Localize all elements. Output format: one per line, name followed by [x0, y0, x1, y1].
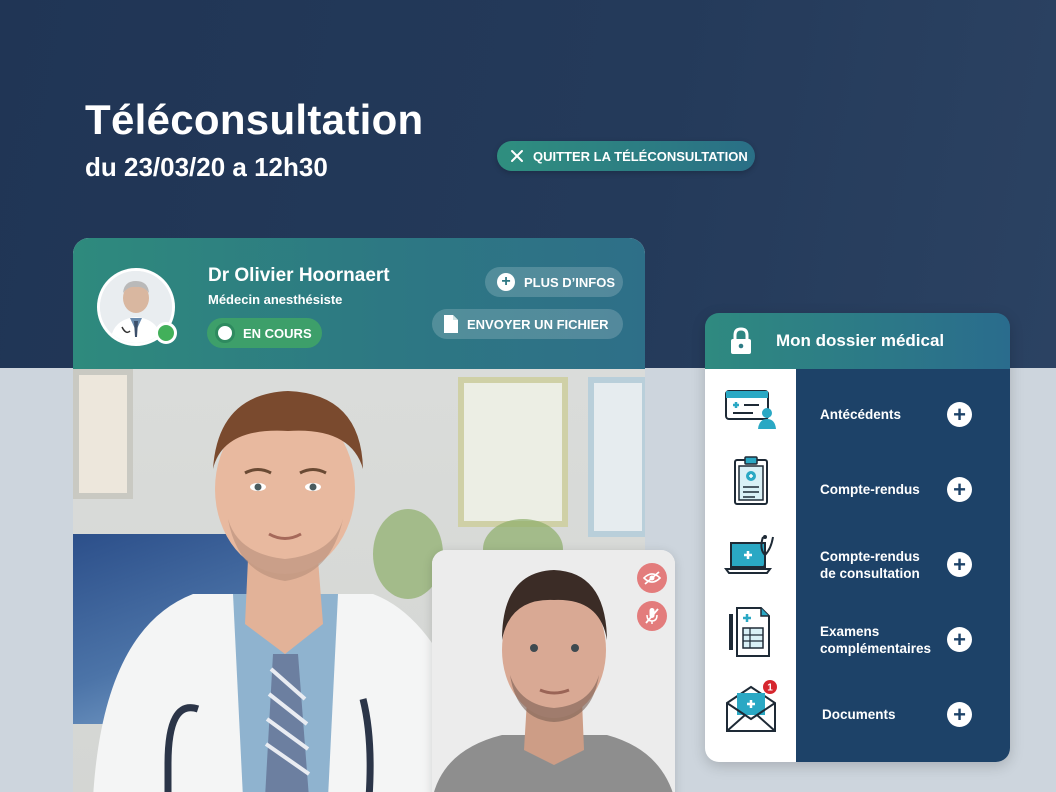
send-file-label: ENVOYER UN FICHIER [467, 316, 609, 332]
send-file-button[interactable]: ENVOYER UN FICHIER [432, 309, 623, 339]
record-item-consultation-reports[interactable]: Compte-rendus de consultation + [796, 527, 1010, 602]
record-item-compte-rendus[interactable]: Compte-rendus + [796, 452, 1010, 527]
call-status-label: EN COURS [243, 325, 312, 341]
record-item-label: Antécédents [820, 407, 902, 422]
doctor-role: Médecin anesthésiste [208, 292, 343, 307]
online-status-dot [155, 322, 177, 344]
record-item-antecedents[interactable]: Antécédents + [796, 377, 1010, 452]
record-sections-list: Antécédents + Compte-rendus + Compte-ren… [796, 369, 1010, 762]
self-video-preview [432, 550, 675, 792]
record-item-label: Compte-rendus de consultation [820, 548, 920, 581]
close-icon [511, 150, 523, 162]
clipboard-icon [734, 456, 768, 505]
medical-card-icon [725, 390, 776, 429]
doctor-name: Dr Olivier Hoornaert [208, 265, 390, 286]
toggle-knob [215, 323, 235, 343]
expand-plus-icon[interactable]: + [947, 477, 972, 502]
record-item-label: Examens complémentaires [820, 623, 932, 656]
documents-badge: 1 [767, 683, 773, 694]
quit-label: QUITTER LA TÉLÉCONSULTATION [533, 148, 748, 164]
expand-plus-icon[interactable]: + [947, 702, 972, 727]
laptop-stethoscope-icon [724, 535, 774, 574]
plus-icon: + [497, 273, 515, 291]
record-item-label: Documents [822, 707, 896, 722]
record-item-exams[interactable]: Examens complémentaires + [796, 602, 1010, 677]
medical-record-panel: Mon dossier médical 1 Antécédents + Comp… [705, 313, 1010, 762]
expand-plus-icon[interactable]: + [947, 627, 972, 652]
camera-off-button[interactable] [637, 563, 667, 593]
call-status-toggle[interactable]: EN COURS [207, 318, 322, 348]
record-icons-column: 1 [705, 369, 796, 762]
eye-off-icon [643, 571, 661, 585]
medical-record-header: Mon dossier médical [705, 313, 1010, 369]
more-info-label: PLUS D’INFOS [524, 274, 616, 290]
quit-teleconsultation-button[interactable]: QUITTER LA TÉLÉCONSULTATION [497, 141, 755, 171]
medical-record-title: Mon dossier médical [776, 331, 945, 350]
envelope-icon: 1 [726, 680, 777, 732]
file-icon [444, 315, 458, 333]
doctor-header: Dr Olivier Hoornaert Médecin anesthésist… [73, 238, 645, 369]
mic-off-icon [645, 608, 659, 624]
lab-report-icon [729, 607, 770, 657]
record-item-documents[interactable]: Documents + [796, 677, 1010, 752]
expand-plus-icon[interactable]: + [947, 402, 972, 427]
mute-microphone-button[interactable] [637, 601, 667, 631]
lock-icon [731, 327, 751, 354]
record-item-label: Compte-rendus [820, 482, 920, 497]
more-info-button[interactable]: + PLUS D’INFOS [485, 267, 623, 297]
page-title: Téléconsultation [85, 96, 424, 143]
expand-plus-icon[interactable]: + [947, 552, 972, 577]
page-subtitle: du 23/03/20 a 12h30 [85, 152, 328, 182]
